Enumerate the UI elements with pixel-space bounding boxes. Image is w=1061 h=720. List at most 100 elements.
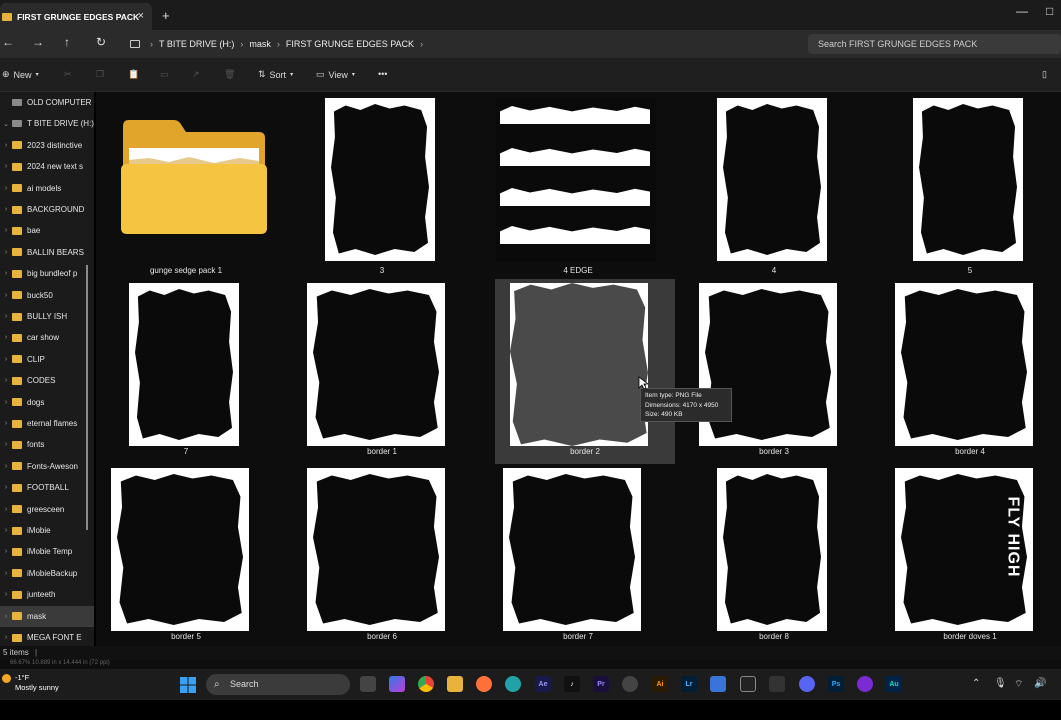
chevron-right-icon[interactable]: › xyxy=(0,185,12,192)
file-tile[interactable]: border 2 xyxy=(495,279,675,464)
app-icon[interactable] xyxy=(857,676,873,692)
chevron-right-icon[interactable]: › xyxy=(0,527,12,534)
chrome-icon[interactable] xyxy=(418,676,434,692)
breadcrumb-drive[interactable]: T BITE DRIVE (H:) xyxy=(153,39,240,49)
tab-close-button[interactable]: × xyxy=(138,10,144,22)
sidebar-item[interactable]: › CLIP xyxy=(0,349,94,370)
sidebar-item[interactable]: › 2024 new text s xyxy=(0,156,94,177)
sidebar-item[interactable]: › mask xyxy=(0,605,94,627)
paste-icon[interactable]: 📋 xyxy=(128,69,139,80)
sidebar-item[interactable]: › iMobieBackup xyxy=(0,563,94,584)
file-tile[interactable]: border 4 xyxy=(880,279,1060,464)
chevron-right-icon[interactable]: › xyxy=(0,227,12,234)
sidebar-item[interactable]: › iMobie xyxy=(0,520,94,541)
sidebar-item[interactable]: › BULLY ISH xyxy=(0,306,94,327)
breadcrumb-current[interactable]: FIRST GRUNGE EDGES PACK xyxy=(280,39,420,49)
file-tile[interactable]: 4 EDGE xyxy=(488,92,668,277)
sidebar-item[interactable]: OLD COMPUTER xyxy=(0,92,94,113)
sidebar-item[interactable]: › eternal flames xyxy=(0,413,94,434)
sidebar-item[interactable]: › 2023 distinctive xyxy=(0,135,94,156)
after-effects-icon[interactable]: Ae xyxy=(535,676,551,692)
more-options-button[interactable]: ••• xyxy=(378,69,387,79)
sidebar-item[interactable]: › MEGA FONT E xyxy=(0,627,94,648)
file-tile[interactable]: 5 xyxy=(880,92,1060,277)
edge-icon[interactable] xyxy=(505,676,521,692)
chevron-down-icon[interactable]: ⌄ xyxy=(0,120,12,128)
discord-icon[interactable] xyxy=(799,676,815,692)
chevron-right-icon[interactable]: › xyxy=(0,399,12,406)
cut-icon[interactable]: ✂ xyxy=(64,69,72,80)
sidebar-item[interactable]: › FOOTBALL xyxy=(0,477,94,498)
chevron-right-icon[interactable]: › xyxy=(0,634,12,641)
chevron-right-icon[interactable]: › xyxy=(0,441,12,448)
chevron-right-icon[interactable]: › xyxy=(0,613,12,620)
weather-widget[interactable]: -1°F Mostly sunny xyxy=(2,673,59,693)
sidebar-item[interactable]: › big bundleof p xyxy=(0,263,94,284)
chevron-right-icon[interactable]: › xyxy=(0,506,12,513)
notepad-icon[interactable] xyxy=(710,676,726,692)
chevron-right-icon[interactable]: › xyxy=(0,548,12,555)
copilot-icon[interactable] xyxy=(389,676,405,692)
sidebar-item[interactable]: ⌄ T BITE DRIVE (H:) xyxy=(0,113,94,134)
delete-icon[interactable]: 🗑 xyxy=(224,69,235,80)
file-tile[interactable]: FLY HIGH border doves 1 xyxy=(880,464,1060,649)
file-tile[interactable]: gunge sedge pack 1 xyxy=(96,92,276,277)
chevron-right-icon[interactable]: › xyxy=(0,206,12,213)
lightroom-icon[interactable]: Lr xyxy=(681,676,697,692)
firefox-icon[interactable] xyxy=(476,676,492,692)
windows-start-icon[interactable] xyxy=(180,677,196,693)
maximize-button[interactable]: □ xyxy=(1046,4,1053,18)
chevron-right-icon[interactable]: › xyxy=(0,163,12,170)
breadcrumb[interactable]: › T BITE DRIVE (H:) › mask › FIRST GRUNG… xyxy=(122,33,800,55)
sidebar-item[interactable]: › buck50 xyxy=(0,285,94,306)
sidebar-item[interactable]: › junteeth xyxy=(0,584,94,605)
capcut-icon[interactable] xyxy=(740,676,756,692)
chevron-right-icon[interactable]: › xyxy=(0,463,12,470)
explorer-tab[interactable]: FIRST GRUNGE EDGES PACK × xyxy=(0,3,152,30)
audition-icon[interactable]: Au xyxy=(886,676,902,692)
photoshop-icon[interactable]: Ps xyxy=(828,676,844,692)
file-tile[interactable]: 3 xyxy=(292,92,472,277)
sidebar-item[interactable]: › bae xyxy=(0,220,94,241)
sidebar-item[interactable]: › car show xyxy=(0,327,94,348)
new-tab-button[interactable]: + xyxy=(162,8,170,23)
breadcrumb-mask[interactable]: mask xyxy=(243,39,277,49)
sidebar-item[interactable]: › BALLIN BEARS xyxy=(0,242,94,263)
back-icon[interactable]: ← xyxy=(2,35,14,49)
chevron-right-icon[interactable]: › xyxy=(0,570,12,577)
sidebar-item[interactable]: › fonts xyxy=(0,434,94,455)
search-input[interactable]: Search FIRST GRUNGE EDGES PACK xyxy=(808,34,1061,54)
chevron-right-icon[interactable]: › xyxy=(0,484,12,491)
sidebar-item[interactable]: › ai models xyxy=(0,178,94,199)
copy-icon[interactable]: ❐ xyxy=(96,69,104,80)
sidebar-item[interactable]: › Fonts-Aweson xyxy=(0,456,94,477)
chevron-right-icon[interactable]: › xyxy=(0,313,12,320)
file-tile[interactable]: border 3 xyxy=(684,279,864,464)
illustrator-icon[interactable]: Ai xyxy=(652,676,668,692)
chevron-right-icon[interactable]: › xyxy=(0,377,12,384)
file-tile[interactable]: 7 xyxy=(96,279,276,464)
chevron-right-icon[interactable]: › xyxy=(0,356,12,363)
new-button[interactable]: ⊕ New ▾ xyxy=(2,69,39,80)
chevron-right-icon[interactable]: › xyxy=(0,420,12,427)
minimize-button[interactable]: — xyxy=(1016,4,1028,18)
up-icon[interactable]: ↑ xyxy=(64,35,70,49)
microphone-icon[interactable]: 🎙 xyxy=(994,678,1007,689)
sidebar-item[interactable]: › iMobie Temp xyxy=(0,541,94,562)
chevron-up-icon[interactable]: ⌃ xyxy=(972,678,980,689)
app-icon[interactable] xyxy=(769,676,785,692)
sidebar-item[interactable]: › greesceen xyxy=(0,499,94,520)
file-explorer-icon[interactable] xyxy=(447,676,463,692)
taskbar-search[interactable]: ⌕ Search xyxy=(206,674,350,695)
rename-icon[interactable]: ▭ xyxy=(160,69,169,80)
chevron-right-icon[interactable]: › xyxy=(0,292,12,299)
chevron-right-icon[interactable]: › xyxy=(0,270,12,277)
file-tile[interactable]: border 6 xyxy=(292,464,472,649)
view-button[interactable]: ▭ View ▾ xyxy=(316,69,355,80)
file-tile[interactable]: border 7 xyxy=(488,464,668,649)
file-tile[interactable]: border 1 xyxy=(292,279,472,464)
chevron-right-icon[interactable]: › xyxy=(0,334,12,341)
wifi-icon[interactable]: ⌔ xyxy=(1014,678,1023,691)
file-tile[interactable]: border 8 xyxy=(684,464,864,649)
chevron-right-icon[interactable]: › xyxy=(0,249,12,256)
